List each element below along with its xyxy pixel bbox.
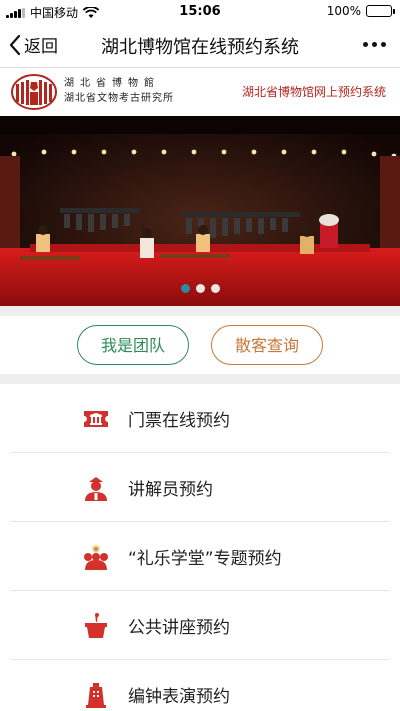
menu-item-label: 讲解员预约	[128, 480, 213, 500]
quick-actions: 我是团队 散客查询	[0, 316, 400, 374]
classroom-icon	[84, 545, 108, 570]
menu-item-guide[interactable]: 讲解员预约	[10, 453, 390, 522]
carousel-dot[interactable]	[195, 284, 205, 293]
carousel-dot[interactable]	[180, 284, 190, 293]
menu-item-bell[interactable]: 编钟表演预约	[10, 660, 390, 711]
section-divider	[0, 374, 400, 384]
museum-name-line2: 湖北省文物考古研究所	[64, 93, 174, 104]
museum-logo-icon	[11, 74, 57, 110]
more-options-button[interactable]	[363, 42, 386, 47]
museum-name: 湖北省博物館 湖北省文物考古研究所	[64, 76, 174, 106]
lecture-icon	[85, 613, 107, 638]
team-button[interactable]: 我是团队	[77, 325, 189, 365]
page-title: 湖北博物馆在线预约系统	[101, 37, 299, 58]
carousel-indicators	[0, 284, 400, 293]
menu-item-classroom[interactable]: “礼乐学堂”专题预约	[10, 522, 390, 591]
menu-item-label: 公共讲座预约	[128, 618, 230, 638]
menu-item-label: “礼乐学堂”专题预约	[128, 549, 282, 569]
menu-item-label: 编钟表演预约	[128, 687, 230, 707]
banner-image	[0, 116, 400, 306]
logo-header: 湖北省博物館 湖北省文物考古研究所 湖北省博物馆网上预约系统	[0, 68, 400, 116]
ticket-icon	[84, 411, 108, 427]
more-dot	[372, 42, 377, 47]
status-right: 100%	[326, 4, 395, 18]
battery-icon	[366, 5, 395, 17]
battery-percent: 100%	[326, 4, 361, 18]
more-dot	[381, 42, 386, 47]
menu-item-lecture[interactable]: 公共讲座预约	[10, 591, 390, 660]
status-bar: 中国移动 15:06 100%	[0, 0, 400, 22]
banner-carousel[interactable]	[0, 116, 400, 306]
menu-item-ticket[interactable]: 门票在线预约	[10, 384, 390, 453]
more-dot	[363, 42, 368, 47]
menu-item-label: 门票在线预约	[128, 411, 230, 431]
guide-icon	[85, 477, 107, 501]
individual-query-button[interactable]: 散客查询	[211, 325, 323, 365]
museum-name-line1: 湖北省博物館	[64, 78, 160, 89]
section-divider	[0, 306, 400, 316]
carousel-dot[interactable]	[210, 284, 220, 293]
menu-list: 门票在线预约 讲解员预约 “礼乐学堂”专题预约 公共讲座预约 编钟表演预约	[0, 384, 400, 711]
system-name: 湖北省博物馆网上预约系统	[241, 85, 386, 99]
nav-bar: 返回 湖北博物馆在线预约系统	[0, 22, 400, 68]
bell-icon	[86, 683, 106, 708]
